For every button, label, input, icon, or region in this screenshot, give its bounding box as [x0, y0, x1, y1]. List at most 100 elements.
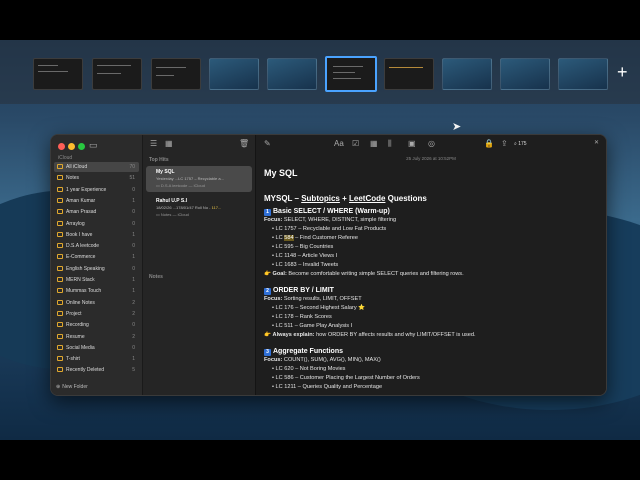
list-view-icon[interactable]: ☰: [150, 139, 157, 148]
note-subheading: MYSQL – Subtopics + LeetCode Questions: [264, 194, 599, 203]
space-thumbnail[interactable]: [267, 58, 317, 90]
list-item-text: LC 511 – Game Play Analysis I: [275, 323, 353, 329]
folder-icon: [57, 186, 63, 192]
explain-text: how ORDER BY affects results and why LIM…: [314, 332, 476, 338]
number-badge-icon: 1: [264, 209, 271, 216]
minimize-button[interactable]: [68, 143, 75, 150]
close-button[interactable]: [58, 143, 65, 150]
section-heading: 1 Basic SELECT / WHERE (Warm-up): [264, 208, 599, 216]
focus-text: COUNT(), SUM(), AVG(), MIN(), MAX(): [282, 357, 381, 363]
space-thumbnail[interactable]: [442, 58, 492, 90]
space-thumbnail[interactable]: [33, 58, 83, 90]
media-icon[interactable]: ▣: [408, 139, 416, 148]
sidebar-folder[interactable]: Recording 0: [54, 320, 139, 330]
sidebar-folder[interactable]: Social Media 0: [54, 343, 139, 353]
folder-icon: [57, 344, 63, 350]
sidebar-folder[interactable]: 1 year Experience 0: [54, 185, 139, 195]
section-heading: 2 ORDER BY / LIMIT: [264, 287, 599, 295]
space-thumbnail[interactable]: [92, 58, 142, 90]
sidebar-folder[interactable]: English Speaking 0: [54, 264, 139, 274]
sidebar-folder[interactable]: Notes 51: [54, 173, 139, 183]
space-thumbnail[interactable]: [558, 58, 608, 90]
gallery-view-icon[interactable]: ▦: [165, 139, 173, 148]
sidebar-folder[interactable]: Resume 2: [54, 332, 139, 342]
search-field[interactable]: ⌕ 175: [514, 141, 527, 147]
add-space-button[interactable]: +: [617, 62, 628, 82]
note-editor[interactable]: ✎ Aa ☑ ▦ ⫼ ▣ ◎ 🔒 ⇪ ⌕ 175 ✕ 25 July 2026 …: [256, 135, 606, 395]
new-folder-button[interactable]: ⊕ New Folder: [56, 384, 88, 390]
folder-count: 2: [132, 299, 135, 306]
trash-icon[interactable]: 🗑: [239, 139, 249, 148]
collaborate-icon[interactable]: ◎: [428, 139, 435, 148]
list-item: • LC 586 – Customer Placing the Largest …: [272, 375, 420, 381]
folder-icon: [57, 231, 63, 237]
folder-icon: [57, 277, 63, 282]
note-item[interactable]: My SQL Yesterday ...LC 1757 – Recyclable…: [146, 166, 252, 192]
space-thumbnail[interactable]: [151, 58, 201, 90]
sidebar-toggle-icon[interactable]: ▭: [89, 140, 98, 151]
sidebar-folder[interactable]: T-shirt 1: [54, 354, 139, 364]
list-item-text: LC 178 – Rank Scores: [275, 314, 332, 320]
list-item-text: LC 1211 – Queries Quality and Percentage: [275, 384, 383, 390]
checklist-icon[interactable]: ☑: [352, 139, 359, 148]
focus-line: Focus: Sorting results, LIMIT, OFFSET: [264, 295, 599, 304]
folder-name: Arraylog: [66, 220, 85, 227]
space-thumbnail[interactable]: [384, 58, 434, 90]
folder-name: Notes: [66, 175, 80, 182]
search-query: 175: [518, 141, 527, 147]
format-icon[interactable]: Aa: [334, 139, 344, 148]
folder-icon: [57, 209, 63, 215]
lock-icon[interactable]: 🔒: [484, 139, 494, 148]
heading-text: Questions: [385, 194, 427, 203]
clear-search-icon[interactable]: ✕: [594, 139, 599, 146]
sidebar-folder[interactable]: D.S.A leetcode 0: [54, 241, 139, 251]
folder-count: 5: [132, 367, 135, 374]
folders-sidebar: ▭ iCloud All iCloud 70 Notes 51 1 year Exper…: [51, 135, 143, 395]
sidebar-folder[interactable]: Online Notes 2: [54, 298, 139, 308]
space-thumbnail-active[interactable]: [325, 56, 377, 92]
focus-label: Focus:: [264, 296, 283, 302]
folder-count: 0: [132, 186, 135, 193]
folder-count: 0: [132, 209, 135, 216]
note-item[interactable]: Rahul U.P S.I 18/02/26 ...178/01/47 Roll…: [146, 195, 252, 221]
folder-name: D.S.A leetcode: [66, 243, 100, 250]
sidebar-folder[interactable]: Aman Kumar 1: [54, 196, 139, 206]
heading-text: MYSQL –: [264, 194, 302, 203]
audio-icon[interactable]: ⫼: [388, 139, 392, 149]
sidebar-folder[interactable]: All iCloud 70: [54, 162, 139, 172]
plus-icon: ⊕: [56, 384, 61, 390]
heading-text: LeetCode: [349, 194, 386, 203]
top-hits-label: Top Hits: [149, 157, 169, 163]
sidebar-folder[interactable]: E-Commerce 1: [54, 252, 139, 262]
folder-count: 0: [132, 220, 135, 227]
zoom-button[interactable]: [78, 143, 85, 150]
sidebar-folder[interactable]: Project 2: [54, 309, 139, 319]
folder-name: Aman Kumar: [66, 197, 96, 204]
table-icon[interactable]: ▦: [370, 139, 378, 148]
sidebar-folder[interactable]: Aman Prasad 0: [54, 207, 139, 217]
list-item: • LC 176 – Second Highest Salary ⭐: [272, 305, 366, 311]
list-item-text: LC: [275, 235, 285, 241]
folder-icon: [57, 322, 63, 328]
compose-icon[interactable]: ✎: [264, 139, 271, 148]
folder-name: Social Media: [66, 344, 95, 351]
note-folder: ▭ D.S.A leetcode — iCloud: [156, 183, 205, 188]
share-icon[interactable]: ⇪: [501, 139, 508, 148]
section-heading: 3 Aggregate Functions: [264, 348, 599, 356]
folder-icon: [57, 356, 63, 362]
sidebar-folder[interactable]: Arraylog 0: [54, 219, 139, 229]
section-title: Aggregate Functions: [273, 348, 344, 355]
list-item: • LC 620 – Not Boring Movies: [272, 366, 346, 372]
sidebar-folder[interactable]: MERN Stack 1: [54, 275, 139, 285]
sidebar-folder[interactable]: Book I have 1: [54, 230, 139, 240]
heading-text: +: [339, 194, 349, 203]
folder-count: 1: [132, 356, 135, 363]
sidebar-folder[interactable]: Recently Deleted 5: [54, 365, 139, 375]
space-thumbnail[interactable]: [209, 58, 259, 90]
note-folder: ▭ Notes — iCloud: [156, 212, 189, 217]
sidebar-folder[interactable]: Mummas Touch 1: [54, 286, 139, 296]
list-item: • LC 511 – Game Play Analysis I: [272, 323, 353, 329]
folder-name: Resume: [66, 333, 85, 340]
section-title: ORDER BY / LIMIT: [273, 287, 334, 294]
space-thumbnail[interactable]: [500, 58, 550, 90]
